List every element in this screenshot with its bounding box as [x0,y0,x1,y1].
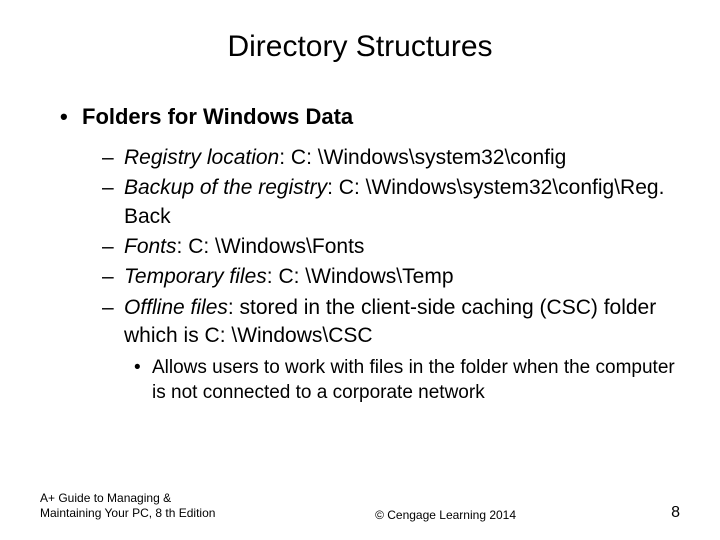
sub-list: –Registry location: C: \Windows\system32… [102,144,680,406]
list-item: –Backup of the registry: C: \Windows\sys… [102,174,680,231]
item-label: Fonts [124,235,177,258]
subsub-text: Allows users to work with files in the f… [152,357,675,403]
list-item: •Allows users to work with files in the … [134,356,680,405]
item-label: Backup of the registry [124,176,327,199]
item-value: : C: \Windows\Fonts [177,235,365,258]
item-value: : C: \Windows\Temp [267,265,454,288]
item-value: : C: \Windows\system32\config [279,146,566,169]
slide-title: Directory Structures [40,30,680,64]
list-item: –Registry location: C: \Windows\system32… [102,144,680,172]
item-label: Offline files [124,296,228,319]
footer-center: © Cengage Learning 2014 [220,508,671,522]
list-item: –Fonts: C: \Windows\Fonts [102,233,680,261]
subsub-list: •Allows users to work with files in the … [134,356,680,405]
list-item: –Temporary files: C: \Windows\Temp [102,263,680,291]
footer-left: A+ Guide to Managing & Maintaining Your … [40,491,220,522]
main-bullet: Folders for Windows Data [60,104,680,130]
list-item: –Offline files: stored in the client-sid… [102,294,680,351]
item-label: Temporary files [124,265,267,288]
item-label: Registry location [124,146,279,169]
footer: A+ Guide to Managing & Maintaining Your … [40,491,680,522]
page-number: 8 [671,504,680,522]
